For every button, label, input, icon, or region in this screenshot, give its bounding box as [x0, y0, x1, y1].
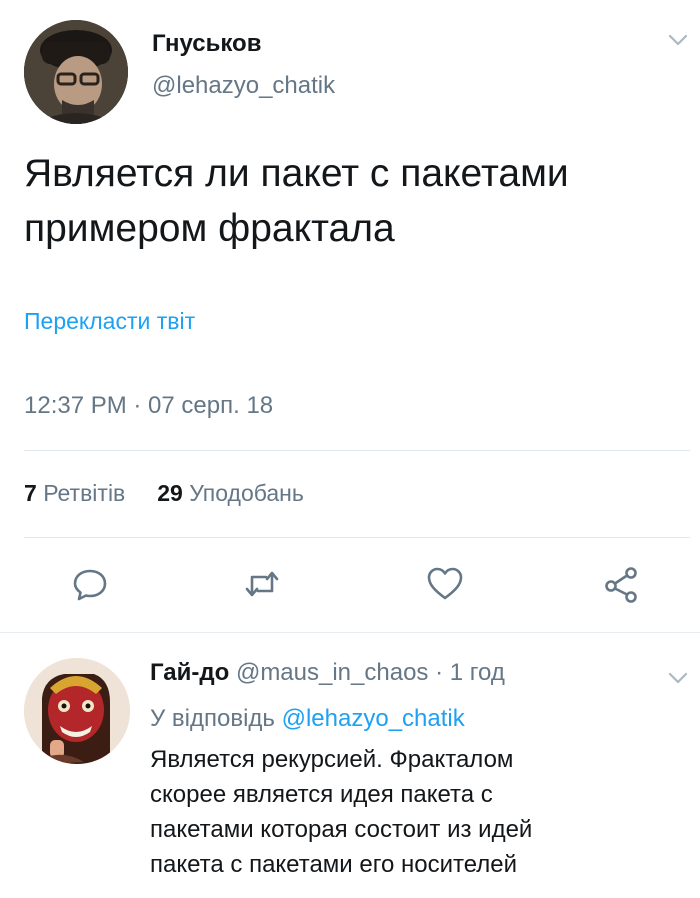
tweet-text-line: Является ли пакет с пакетами	[24, 152, 569, 195]
reply-header: Гай-до @maus_in_chaos · 1 год	[150, 659, 505, 687]
tweet-timestamp[interactable]: 12:37 PM · 07 серп. 18	[24, 392, 273, 420]
chevron-down-icon[interactable]	[666, 30, 690, 50]
retweets-label: Ретвітів	[43, 480, 126, 506]
section-divider	[0, 632, 700, 633]
in-reply-handle-link[interactable]: @lehazyo_chatik	[282, 705, 465, 732]
tweet-text: Является ли пакет с пакетами примером фр…	[24, 146, 674, 256]
reply-author-avatar[interactable]	[24, 658, 130, 764]
reply-author-name[interactable]: Гай-до	[150, 659, 229, 686]
reply-text-line: пакета с пакетами его носителей	[150, 851, 518, 878]
reply-time[interactable]: · 1 год	[435, 659, 505, 686]
reply-author-handle[interactable]: @maus_in_chaos	[236, 659, 428, 686]
divider	[24, 450, 690, 451]
reply-text-line: Является рекурсией. Фракталом	[150, 746, 514, 773]
divider	[24, 537, 690, 538]
avatar-photo	[24, 658, 130, 764]
retweets-count: 7	[24, 480, 37, 506]
reply-text-line: пакетами которая состоит из идей	[150, 816, 533, 843]
likes-stat[interactable]: 29 Уподобань	[157, 480, 304, 506]
author-avatar[interactable]	[24, 20, 128, 124]
reply-text-line: скорее является идея пакета с	[150, 781, 493, 808]
avatar-photo	[24, 20, 128, 124]
author-name[interactable]: Гнуськов	[152, 30, 261, 58]
translate-tweet-link[interactable]: Перекласти твіт	[24, 308, 195, 335]
tweet-text-line: примером фрактала	[24, 207, 395, 250]
in-reply-prefix: У відповідь	[150, 705, 275, 732]
retweets-stat[interactable]: 7 Ретвітів	[24, 480, 125, 506]
chevron-down-icon[interactable]	[666, 668, 690, 688]
likes-count: 29	[157, 480, 183, 506]
share-icon[interactable]	[602, 564, 642, 604]
reply-text: Является рекурсией. Фракталом скорее явл…	[150, 742, 670, 882]
tweet-stats: 7 Ретвітів 29 Уподобань	[24, 480, 304, 507]
like-heart-icon[interactable]	[425, 564, 465, 604]
reply-icon[interactable]	[70, 564, 110, 604]
likes-label: Уподобань	[189, 480, 304, 506]
author-handle[interactable]: @lehazyo_chatik	[152, 72, 335, 100]
in-reply-to: У відповідь @lehazyo_chatik	[150, 705, 465, 733]
retweet-icon[interactable]	[242, 564, 282, 604]
